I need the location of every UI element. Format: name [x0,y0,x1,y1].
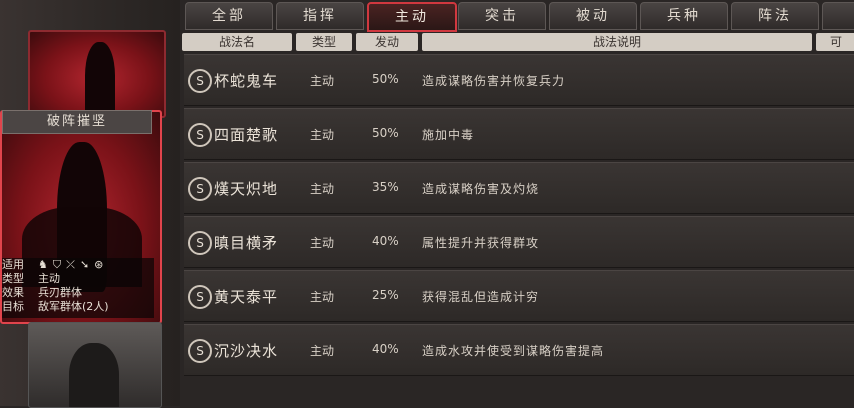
skill-name: 熯天炽地 [214,180,279,198]
skill-rate: 35% [372,180,399,194]
list-item[interactable]: S 沉沙决水 主动 40% 造成水攻并使受到谋略伤害提高 [184,324,854,376]
info-key: 效果 [2,286,24,299]
grade-badge: S [188,69,212,93]
spear-icon: ➘ [79,258,90,271]
grade-badge: S [188,123,212,147]
info-value: 敌军群体(2人) [38,300,109,313]
skill-card-next[interactable] [28,322,162,408]
skill-description: 施加中毒 [422,128,475,142]
skill-type: 主动 [310,236,335,250]
tab-passive[interactable]: 被动 [549,2,637,30]
tab-all[interactable]: 全部 [185,2,273,30]
shield-icon: ⛉ [52,258,62,271]
info-value: 主动 [38,272,60,285]
tab-troop[interactable]: 兵种 [640,2,728,30]
skill-name: 黄天泰平 [214,288,279,306]
grade-badge: S [188,231,212,255]
info-value: 兵刃群体 [38,286,82,299]
list-item[interactable]: S 瞋目横矛 主动 40% 属性提升并获得群攻 [184,216,854,268]
unit-type-icons: ♞ ⛉ ⤫ ➘ ⊛ [38,258,103,272]
skill-type: 主动 [310,74,335,88]
grade-badge: S [188,177,212,201]
skill-type: 主动 [310,128,335,142]
instrument-icon: ⊛ [94,258,104,271]
skill-rate: 25% [372,288,399,302]
skill-rate: 50% [372,126,399,140]
bow-icon: ⤫ [66,258,75,271]
card-info-panel: 适用 ♞ ⛉ ⤫ ➘ ⊛ 类型 主动 效果 兵刃群体 目标 敌军群体(2人) [2,258,154,318]
skill-rate: 40% [372,342,399,356]
tab-formation[interactable]: 阵法 [731,2,819,30]
column-headers: 战法名 类型 发动 战法说明 可 [180,33,854,53]
skill-rate: 50% [372,72,399,86]
tab-active[interactable]: 主动 [367,2,457,32]
list-item[interactable]: S 杯蛇鬼车 主动 50% 造成谋略伤害并恢复兵力 [184,54,854,106]
list-item[interactable]: S 黄天泰平 主动 25% 获得混乱但造成计穷 [184,270,854,322]
general-silhouette [85,42,115,116]
skill-description: 获得混乱但造成计穷 [422,290,540,304]
skill-rate: 40% [372,234,399,248]
cavalry-icon: ♞ [38,258,48,271]
header-type[interactable]: 类型 [296,33,352,51]
category-tabs: 全部 指挥 主动 突击 被动 兵种 阵法 [180,0,854,32]
list-item[interactable]: S 四面楚歌 主动 50% 施加中毒 [184,108,854,160]
skill-name: 瞋目横矛 [214,234,279,252]
info-key: 适用 [2,258,24,271]
info-key: 类型 [2,272,24,285]
header-rate[interactable]: 发动 [356,33,418,51]
info-key: 目标 [2,300,24,313]
skill-description: 属性提升并获得群攻 [422,236,540,250]
skill-description: 造成谋略伤害及灼烧 [422,182,540,196]
tab-command[interactable]: 指挥 [276,2,364,30]
header-skill-name[interactable]: 战法名 [182,33,292,51]
skill-description: 造成谋略伤害并恢复兵力 [422,74,566,88]
tab-more[interactable] [822,2,854,30]
grade-badge: S [188,339,212,363]
header-extra[interactable]: 可 [816,33,854,51]
skill-description: 造成水攻并使受到谋略伤害提高 [422,344,605,358]
skill-type: 主动 [310,182,335,196]
header-description: 战法说明 [422,33,812,51]
skill-card-previous[interactable] [28,30,166,118]
general-silhouette [69,343,119,407]
skill-type: 主动 [310,344,335,358]
skill-name: 沉沙决水 [214,342,279,360]
skill-type: 主动 [310,290,335,304]
grade-badge: S [188,285,212,309]
skill-name: 四面楚歌 [214,126,279,144]
tab-assault[interactable]: 突击 [458,2,546,30]
skill-name: 杯蛇鬼车 [214,72,279,90]
list-item[interactable]: S 熯天炽地 主动 35% 造成谋略伤害及灼烧 [184,162,854,214]
card-title: 破阵摧坚 [2,110,152,134]
